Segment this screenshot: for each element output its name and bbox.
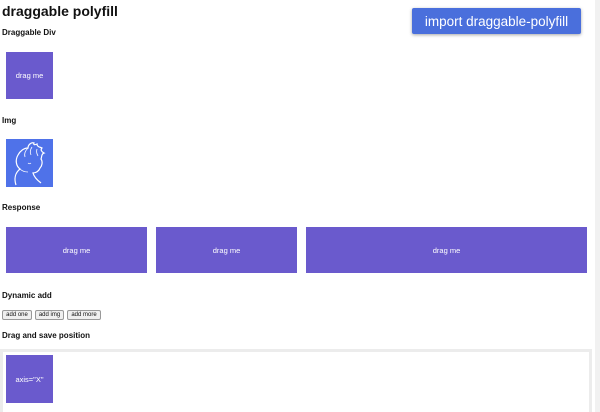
scrollbar[interactable] <box>595 0 600 412</box>
section-title-response: Response <box>2 203 41 212</box>
add-one-button[interactable]: add one <box>2 310 32 320</box>
draggable-div-box[interactable]: drag me <box>6 52 53 99</box>
import-draggable-polyfill-button[interactable]: import draggable-polyfill <box>412 8 581 34</box>
section-title-dynamic-add: Dynamic add <box>2 291 52 300</box>
response-box-1[interactable]: drag me <box>6 227 147 273</box>
add-more-button[interactable]: add more <box>67 310 101 320</box>
response-box-2[interactable]: drag me <box>156 227 297 273</box>
silhouette-illustration <box>14 142 46 186</box>
response-box-3[interactable]: drag me <box>306 227 587 273</box>
add-img-button[interactable]: add img <box>35 310 64 320</box>
save-position-container: axis="X" <box>0 349 592 412</box>
section-title-drag-and-save-position: Drag and save position <box>2 331 91 340</box>
draggable-image[interactable] <box>6 139 53 187</box>
save-position-box[interactable]: axis="X" <box>6 355 53 403</box>
section-title-img: Img <box>2 116 17 125</box>
section-title-draggable-div: Draggable Div <box>2 28 56 37</box>
page-title: draggable polyfill <box>2 3 118 19</box>
